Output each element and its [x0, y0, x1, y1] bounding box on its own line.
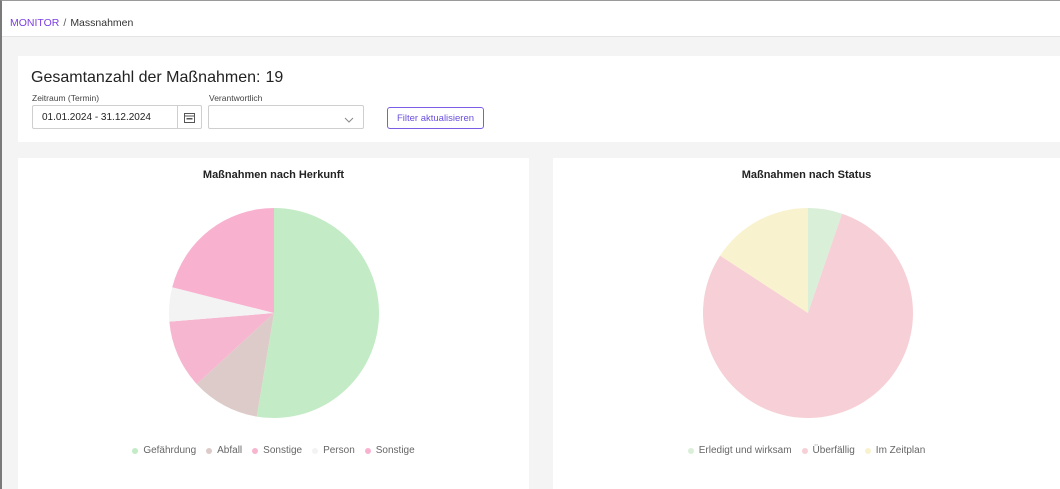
legend-item[interactable]: Im Zeitplan — [864, 445, 926, 456]
filter-card: Gesamtanzahl der Maßnahmen: 19 Zeitraum (… — [18, 56, 1060, 142]
legend-item[interactable]: Sonstige — [252, 445, 302, 456]
legend-label: Erledigt und wirksam — [698, 445, 792, 456]
status-chart-legend: Erledigt und wirksam Überfällig Im Zeitpla… — [553, 445, 1060, 456]
legend-dot — [687, 447, 694, 454]
calendar-icon[interactable] — [177, 106, 201, 128]
date-range-label: Zeitraum (Termin) — [32, 93, 100, 103]
legend-dot — [801, 447, 808, 454]
update-filter-button[interactable]: Filter aktualisieren — [387, 107, 484, 129]
chevron-down-icon — [344, 112, 354, 130]
legend-label: Sonstige — [375, 445, 415, 456]
legend-dot — [252, 447, 259, 454]
breadcrumb-monitor-link[interactable]: MONITOR — [10, 17, 59, 29]
total-count: 19 — [265, 69, 284, 86]
total-label: Gesamtanzahl der Maßnahmen: — [31, 69, 261, 86]
legend-item[interactable]: Person — [312, 445, 355, 456]
legend-label: Person — [323, 445, 355, 456]
date-range-value: 01.01.2024 - 31.12.2024 — [42, 112, 151, 123]
legend-label: Gefährdung — [143, 445, 197, 456]
legend-dot — [864, 447, 871, 454]
legend-label: Sonstige — [263, 445, 303, 456]
date-range-input[interactable]: 01.01.2024 - 31.12.2024 — [32, 105, 202, 129]
legend-item[interactable]: Überfällig — [801, 445, 855, 456]
owner-select[interactable] — [208, 105, 364, 129]
status-chart-card: Maßnahmen nach Status Erledigt und wirks… — [553, 158, 1060, 489]
legend-dot — [364, 447, 371, 454]
legend-dot — [312, 447, 319, 454]
origin-chart-legend: Gefährdung Abfall Sonstige Person Sonstige — [18, 445, 529, 456]
status-pie-chart — [703, 208, 913, 418]
legend-label: Überfällig — [812, 445, 855, 456]
legend-label: Abfall — [217, 445, 243, 456]
pie-slice[interactable] — [256, 208, 380, 418]
breadcrumb: MONITOR / Massnahmen — [2, 1, 1060, 37]
origin-chart-card: Maßnahmen nach Herkunft Gefährdung Abfall… — [18, 158, 529, 489]
legend-dot — [132, 447, 139, 454]
page-title: Gesamtanzahl der Maßnahmen: 19 — [31, 69, 283, 87]
legend-item[interactable]: Gefährdung — [132, 445, 196, 456]
legend-item[interactable]: Erledigt und wirksam — [687, 445, 792, 456]
legend-dot — [206, 447, 213, 454]
legend-item[interactable]: Abfall — [206, 445, 242, 456]
breadcrumb-current: Massnahmen — [70, 17, 134, 29]
owner-label: Verantwortlich — [209, 93, 263, 103]
legend-label: Im Zeitplan — [875, 445, 926, 456]
legend-item[interactable]: Sonstige — [364, 445, 415, 456]
breadcrumb-separator: / — [63, 17, 67, 29]
origin-pie-chart — [169, 208, 380, 418]
